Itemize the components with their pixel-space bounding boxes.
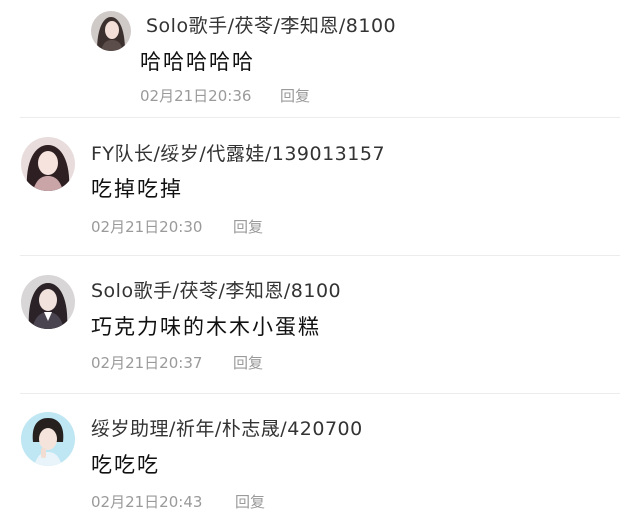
- comment-time: 02月21日20:30: [91, 218, 203, 236]
- comment-time: 02月21日20:36: [140, 87, 252, 105]
- user-avatar-icon: [21, 275, 75, 329]
- user-avatar-icon: [21, 137, 75, 191]
- reply-button[interactable]: 回复: [235, 491, 265, 512]
- avatar[interactable]: [21, 412, 75, 466]
- reply-button[interactable]: 回复: [280, 85, 310, 106]
- avatar[interactable]: [21, 137, 75, 191]
- comment-list: Solo歌手/茯苓/李知恩/8100 哈哈哈哈哈 02月21日20:36 回复 …: [0, 0, 640, 523]
- comment-author[interactable]: Solo歌手/茯苓/李知恩/8100: [146, 11, 396, 38]
- reply-button[interactable]: 回复: [233, 352, 263, 373]
- comment-item: FY队长/绥岁/代露娃/139013157 吃掉吃掉 02月21日20:30 回…: [0, 118, 640, 255]
- comment-item: 绥岁助理/祈年/朴志晟/420700 吃吃吃 02月21日20:43 回复: [0, 394, 640, 523]
- comment-item: Solo歌手/茯苓/李知恩/8100 巧克力味的木木小蛋糕 02月21日20:3…: [0, 256, 640, 393]
- comment-author[interactable]: 绥岁助理/祈年/朴志晟/420700: [91, 414, 363, 441]
- user-avatar-icon: [21, 412, 75, 466]
- user-avatar-icon: [91, 11, 131, 51]
- comment-item: Solo歌手/茯苓/李知恩/8100 哈哈哈哈哈 02月21日20:36 回复: [0, 0, 640, 118]
- comment-text: 巧克力味的木木小蛋糕: [91, 315, 321, 339]
- comment-text: 吃掉吃掉: [91, 177, 183, 201]
- reply-button[interactable]: 回复: [233, 216, 263, 237]
- comment-time: 02月21日20:37: [91, 354, 203, 372]
- avatar[interactable]: [21, 275, 75, 329]
- avatar[interactable]: [91, 11, 131, 51]
- comment-time: 02月21日20:43: [91, 493, 203, 511]
- comment-text: 哈哈哈哈哈: [140, 50, 255, 74]
- comment-author[interactable]: FY队长/绥岁/代露娃/139013157: [91, 139, 385, 166]
- comment-text: 吃吃吃: [91, 453, 160, 477]
- comment-author[interactable]: Solo歌手/茯苓/李知恩/8100: [91, 276, 341, 303]
